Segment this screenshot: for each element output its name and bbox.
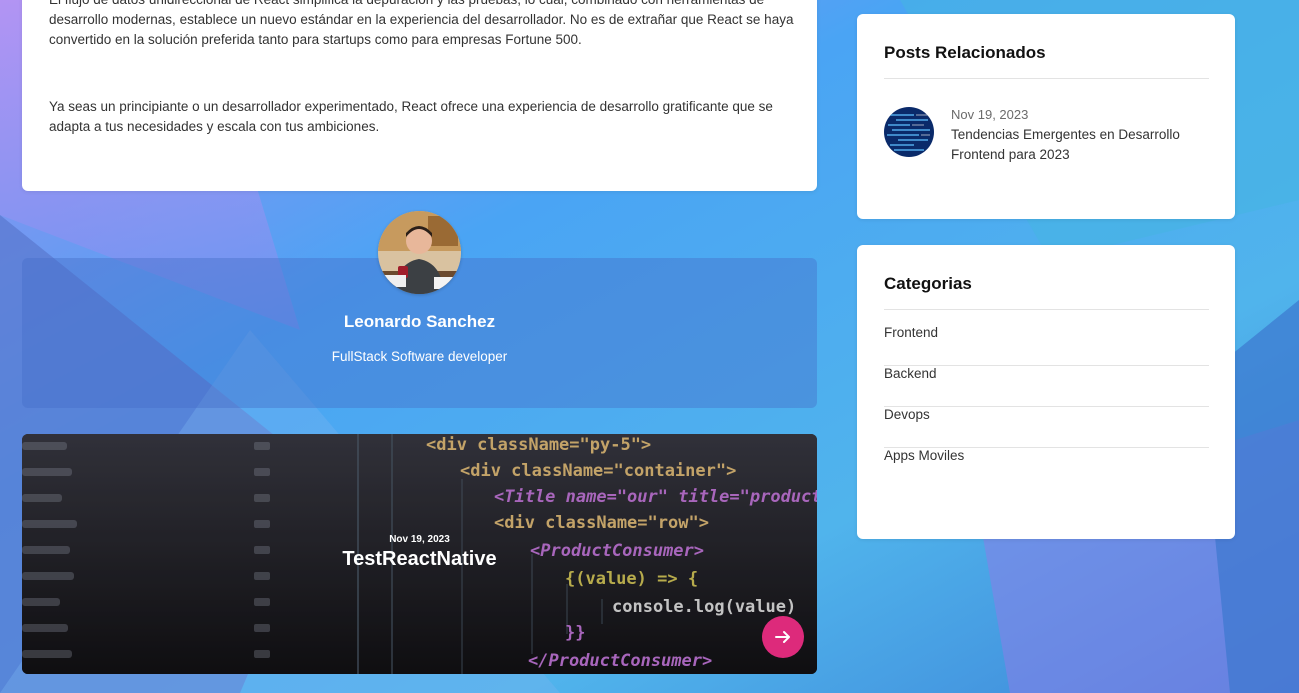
post-card[interactable]: <div className="py-5"> <div className="c… xyxy=(22,434,817,674)
post-date: Nov 19, 2023 xyxy=(389,534,450,545)
divider xyxy=(884,78,1209,79)
article-paragraph: El flujo de datos unidireccional de Reac… xyxy=(49,0,794,47)
post-title[interactable]: TestReactNative xyxy=(22,548,817,571)
related-post-thumbnail[interactable] xyxy=(884,107,934,157)
arrow-right-icon xyxy=(775,631,790,643)
author-avatar xyxy=(378,211,461,294)
article-paragraph: Ya seas un principiante o un desarrollad… xyxy=(49,99,773,134)
category-backend[interactable]: Backend xyxy=(884,366,1209,407)
author-name: Leonardo Sanchez xyxy=(343,312,496,331)
article-body-card: El flujo de datos unidireccional de Reac… xyxy=(22,0,817,191)
related-posts-card: Posts Relacionados Nov 19, 2023 Tendenci… xyxy=(857,14,1235,219)
related-post-link[interactable]: Tendencias Emergentes en Desarrollo Fron… xyxy=(951,125,1221,165)
divider xyxy=(884,309,1209,310)
category-frontend[interactable]: Frontend xyxy=(884,325,1209,366)
categories-heading: Categorias xyxy=(884,274,972,293)
category-apps-moviles[interactable]: Apps Moviles xyxy=(884,448,1209,489)
read-more-button[interactable] xyxy=(762,616,804,658)
categories-list: Frontend Backend Devops Apps Moviles xyxy=(884,325,1209,489)
author-role: FullStack Software developer xyxy=(331,349,508,364)
categories-card: Categorias Frontend Backend Devops Apps … xyxy=(857,245,1235,539)
category-devops[interactable]: Devops xyxy=(884,407,1209,448)
related-post-date: Nov 19, 2023 xyxy=(951,107,1029,122)
related-posts-heading: Posts Relacionados xyxy=(884,43,1046,62)
